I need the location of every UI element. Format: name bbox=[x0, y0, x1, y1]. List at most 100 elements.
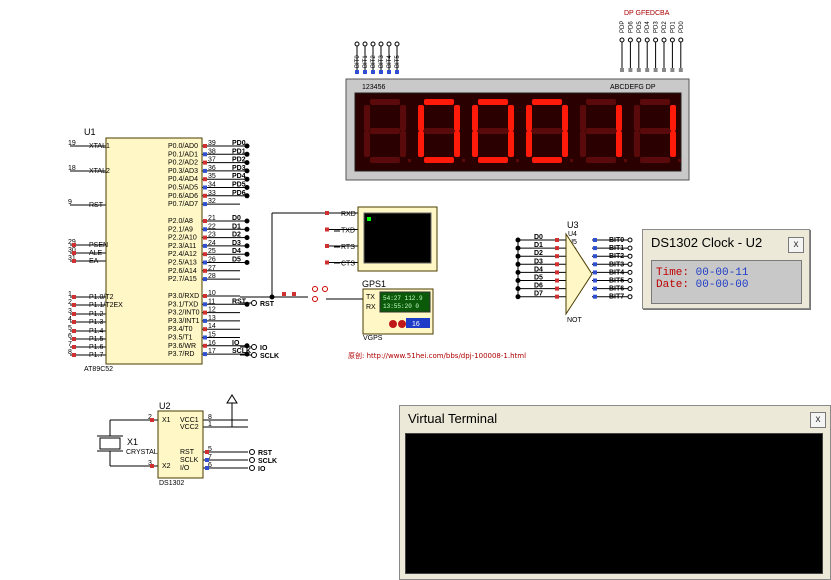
display-bit-terminal bbox=[370, 41, 376, 47]
u3-out-marker bbox=[593, 238, 597, 242]
gps-led-2 bbox=[398, 320, 406, 328]
p0-pin-num: 38 bbox=[208, 148, 216, 155]
p0-pin-marker bbox=[203, 193, 207, 198]
segment-a bbox=[640, 99, 670, 105]
serial-terminal-component[interactable]: RXD TXD RTS CTS bbox=[325, 206, 438, 272]
p0-pin-name: P0.0/AD0 bbox=[168, 143, 198, 150]
p0-pin-name: P0.1/AD1 bbox=[168, 151, 198, 158]
seven-seg-display[interactable]: 123456 ABCDEFG DP BIT0 BIT1 BIT2 BIT3 BIT4 BI… bbox=[345, 10, 690, 181]
u2-pin-name: X2 bbox=[162, 463, 171, 470]
p2-pin-name: P2.6/A14 bbox=[168, 268, 197, 275]
display-seg-label: PD2 bbox=[662, 21, 668, 33]
display-seg-marker bbox=[636, 68, 641, 72]
u1-pin-name: PSEN bbox=[89, 242, 108, 249]
segment-g bbox=[478, 128, 508, 134]
switch-marker-2 bbox=[292, 292, 296, 296]
u3-out-marker bbox=[593, 254, 597, 259]
display-bit-marker bbox=[363, 70, 367, 74]
virtual-terminal-window[interactable]: Virtual Terminal x bbox=[399, 405, 831, 580]
p3-pin-name: P3.6/WR bbox=[168, 343, 196, 350]
segment-b bbox=[508, 105, 514, 131]
segment-e bbox=[364, 131, 370, 157]
ds1302-readout: Time: 00-00-11 Date: 00-00-00 bbox=[651, 260, 802, 304]
x1-part: CRYSTAL bbox=[126, 449, 158, 456]
u2-pin-num: 8 bbox=[208, 414, 212, 421]
segment-f bbox=[526, 105, 532, 131]
u2-net-terminal bbox=[249, 449, 255, 455]
switch-contact-c bbox=[322, 286, 328, 292]
p3-pin-num: 13 bbox=[208, 315, 216, 322]
display-pins: BIT0 BIT1 BIT2 BIT3 BIT4 BIT5PDP PD6 PD5 PD4 PD3 P… bbox=[355, 21, 685, 74]
segment-e bbox=[526, 131, 532, 157]
display-seg-terminal bbox=[636, 37, 642, 43]
display-bit-terminal bbox=[362, 41, 368, 47]
segment-a bbox=[370, 99, 400, 105]
p3-pin-name: P3.0/RXD bbox=[168, 293, 199, 300]
vt-close-icon[interactable]: x bbox=[810, 412, 826, 428]
terminal-screen bbox=[363, 212, 432, 264]
p0-net-label: PD0 bbox=[232, 140, 246, 147]
display-seg-label: PD4 bbox=[645, 21, 651, 33]
segment-c bbox=[508, 131, 514, 157]
segment-e bbox=[580, 131, 586, 157]
ds1302-time-label: Time: bbox=[656, 267, 690, 279]
segment-c bbox=[454, 131, 460, 157]
terminal-pins: RXD TXD RTS CTS bbox=[325, 211, 356, 268]
terminal-pin-marker bbox=[325, 244, 329, 248]
segment-dp bbox=[516, 159, 519, 162]
segment-g bbox=[424, 128, 454, 134]
p0-pin-num: 39 bbox=[208, 140, 216, 147]
p0-pin-name: P0.4/AD4 bbox=[168, 176, 198, 183]
u1-pin-name: P1.3 bbox=[89, 319, 104, 326]
u3-out-terminal bbox=[627, 261, 633, 267]
u1-pin-num: 3 bbox=[68, 308, 72, 315]
terminal-pin-txd: TXD bbox=[341, 228, 355, 235]
u3-out-terminal bbox=[627, 269, 633, 275]
p2-pin-num: 22 bbox=[208, 223, 216, 230]
u2-pin-name: VCC2 bbox=[180, 424, 199, 431]
segment-a bbox=[478, 99, 508, 105]
p3-pin-marker bbox=[203, 343, 207, 348]
source-link[interactable]: 原创: http://www.51hei.com/bbs/dpj-100008-… bbox=[348, 351, 526, 360]
u3-in-net: D6 bbox=[534, 283, 543, 290]
u1-pin-name: P1.1/T2EX bbox=[89, 302, 123, 309]
segment-dp bbox=[624, 159, 627, 162]
x1-crystal[interactable]: X1 CRYSTAL bbox=[97, 435, 158, 456]
u3-out-net: BIT5 bbox=[609, 278, 624, 285]
segment-f bbox=[634, 105, 640, 131]
p3-pin-marker bbox=[203, 352, 207, 357]
u2-rtc[interactable]: U2 DS1302 X12X23VCC1 8VCC2 1RST 5RSTSCLK 7SC… bbox=[148, 401, 277, 487]
display-seg-marker bbox=[645, 68, 650, 72]
display-seg-terminal bbox=[669, 37, 675, 43]
p2-pin-marker bbox=[203, 243, 207, 248]
p0-pin-name: P0.6/AD6 bbox=[168, 193, 198, 200]
display-seg-marker bbox=[620, 68, 624, 72]
display-seg-terminal bbox=[678, 37, 684, 43]
power-symbol bbox=[226, 394, 238, 404]
u1-pin-marker bbox=[72, 345, 76, 349]
display-digit-labels: 123456 bbox=[362, 84, 385, 91]
p3-pin-num: 15 bbox=[208, 332, 216, 339]
segment-f bbox=[364, 105, 370, 131]
u1-pin-name: XTAL1 bbox=[89, 143, 110, 150]
ds1302-clock-window[interactable]: DS1302 Clock - U2 x Time: 00-00-11 Date:… bbox=[642, 229, 810, 309]
p2-pin-name: P2.0/A8 bbox=[168, 218, 193, 225]
p0-pin-num: 32 bbox=[208, 198, 216, 205]
u1-pin-marker bbox=[72, 295, 76, 299]
ds1302-close-icon[interactable]: x bbox=[788, 237, 804, 253]
p3-pin-marker bbox=[203, 302, 207, 307]
vt-screen[interactable] bbox=[405, 433, 823, 574]
u1-pin-num: 18 bbox=[68, 165, 76, 172]
serial-switch[interactable] bbox=[282, 286, 328, 302]
u1-pin-name: P1.5 bbox=[89, 336, 104, 343]
u2-net-label: SCLK bbox=[258, 458, 277, 465]
u1-pin-marker bbox=[72, 353, 76, 357]
u1-pin-num: 7 bbox=[68, 341, 72, 348]
u1-pin-num: 1 bbox=[68, 291, 72, 298]
u3-out-net: BIT7 bbox=[609, 294, 624, 301]
gps-module[interactable]: GPS1 54:27 112.9 13:55:20 0 16 VGPS TX R… bbox=[362, 279, 434, 342]
gps-lcd-line2: 13:55:20 0 bbox=[383, 303, 419, 310]
p3-pin-marker bbox=[203, 318, 207, 323]
u3-out-marker bbox=[593, 262, 597, 267]
u1-part: AT89C52 bbox=[84, 366, 113, 373]
